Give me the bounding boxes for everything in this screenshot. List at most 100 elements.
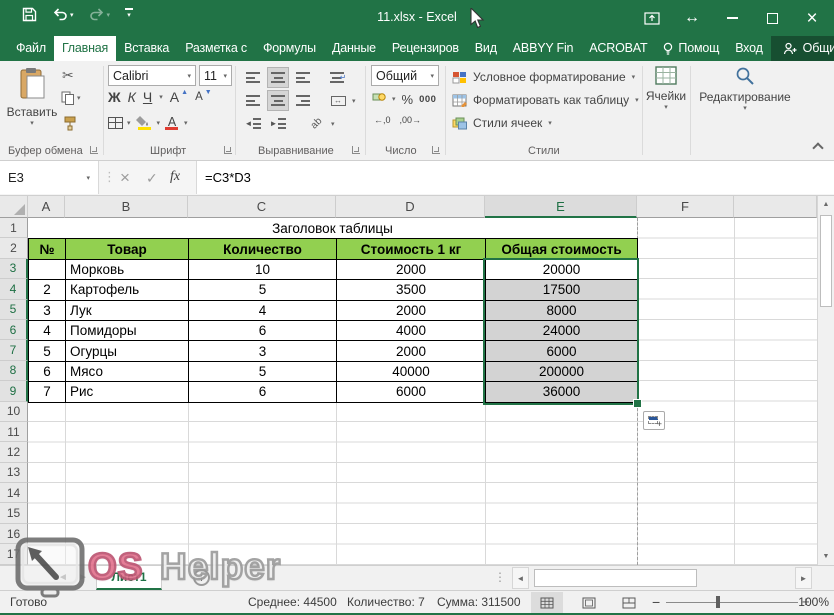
autofill-options-button[interactable]: + — [643, 411, 665, 430]
percent-style-icon[interactable]: % — [402, 92, 414, 107]
cell-e4[interactable]: 17500 — [486, 280, 638, 300]
column-header-d[interactable]: D — [336, 196, 485, 218]
comma-style-icon[interactable]: 000 — [419, 94, 436, 105]
tab-formulas[interactable]: Формулы — [255, 36, 324, 61]
italic-button[interactable]: К — [128, 89, 136, 105]
vertical-scrollbar[interactable]: ▲ ▼ — [817, 196, 834, 565]
cell-c4[interactable]: 5 — [189, 280, 337, 300]
align-left-icon[interactable] — [242, 90, 264, 111]
tab-home[interactable]: Главная — [54, 36, 116, 61]
copy-icon[interactable]: ▾ — [61, 91, 81, 105]
increase-decimal-icon[interactable]: ←,0 — [374, 115, 391, 125]
header-cell[interactable]: Товар — [66, 239, 189, 259]
increase-font-button[interactable]: А — [170, 89, 179, 105]
vertical-scroll-thumb[interactable] — [820, 215, 832, 307]
cell-a5[interactable]: 3 — [29, 301, 66, 321]
fill-color-icon[interactable] — [135, 114, 153, 132]
scroll-down-icon[interactable]: ▼ — [818, 548, 834, 565]
paste-button[interactable]: Вставить ▾ — [6, 65, 58, 141]
tab-view[interactable]: Вид — [467, 36, 505, 61]
name-box[interactable]: E3 ▾ — [0, 161, 99, 194]
row-header[interactable]: 12 — [0, 442, 28, 462]
cell-a7[interactable]: 5 — [29, 341, 66, 361]
zoom-slider-thumb[interactable] — [716, 596, 720, 608]
cell-e5[interactable]: 8000 — [486, 301, 638, 321]
select-all-button[interactable] — [0, 196, 28, 218]
align-bottom-icon[interactable] — [292, 67, 314, 88]
editing-dropdown-icon[interactable]: ▾ — [743, 104, 747, 112]
row-header[interactable]: 1 — [0, 218, 28, 238]
minimize-button[interactable] — [712, 0, 752, 36]
cell-c6[interactable]: 6 — [189, 321, 337, 341]
maximize-button[interactable] — [752, 0, 792, 36]
merged-title-cell[interactable]: Заголовок таблицы — [28, 218, 637, 238]
clipboard-dialog-launcher[interactable] — [90, 146, 98, 154]
cell-styles-button[interactable]: Стили ячеек▾ — [452, 112, 552, 134]
row-header[interactable]: 4 — [0, 279, 28, 299]
align-top-icon[interactable] — [242, 67, 264, 88]
column-header-c[interactable]: C — [188, 196, 336, 218]
tab-insert[interactable]: Вставка — [116, 36, 177, 61]
wrap-text-icon[interactable]: ↵ — [327, 67, 349, 88]
number-dialog-launcher[interactable] — [432, 146, 440, 154]
tab-abbyy[interactable]: ABBYY Fin — [505, 36, 582, 61]
share-button[interactable]: Общий доступ — [771, 36, 834, 61]
confirm-entry-icon[interactable]: ✓ — [146, 170, 158, 187]
page-break-view-button[interactable] — [613, 592, 645, 613]
sheet-cells[interactable]: Заголовок таблицы № Товар Количество Сто… — [28, 218, 817, 565]
font-size-combo[interactable]: 11▾ — [199, 65, 232, 86]
cell-d7[interactable]: 2000 — [337, 341, 486, 361]
cells-dropdown-icon[interactable]: ▾ — [664, 103, 668, 111]
cell-a8[interactable]: 6 — [29, 362, 66, 382]
editing-button[interactable]: Редактирование ▾ — [702, 66, 788, 112]
tab-page-layout[interactable]: Разметка с — [177, 36, 255, 61]
borders-icon[interactable] — [108, 117, 123, 129]
cut-icon[interactable]: ✂ — [62, 67, 74, 84]
row-header[interactable]: 15 — [0, 503, 28, 523]
format-as-table-button[interactable]: Форматировать как таблицу▾ — [452, 89, 639, 111]
formula-input[interactable]: =C3*D3 — [205, 170, 251, 185]
row-header[interactable]: 3 — [0, 259, 28, 279]
underline-dropdown-icon[interactable]: ▾ — [159, 93, 163, 101]
alignment-dialog-launcher[interactable] — [352, 146, 360, 154]
cell-b7[interactable]: Огурцы — [66, 341, 189, 361]
cell-d6[interactable]: 4000 — [337, 321, 486, 341]
cell-a9[interactable]: 7 — [29, 382, 66, 402]
zoom-out-button[interactable]: − — [652, 594, 660, 610]
bold-button[interactable]: Ж — [108, 89, 121, 105]
align-middle-icon[interactable] — [267, 67, 289, 88]
zoom-level[interactable]: 100% — [798, 595, 829, 609]
accounting-format-icon[interactable] — [372, 90, 386, 108]
tab-data[interactable]: Данные — [324, 36, 384, 61]
row-header[interactable]: 8 — [0, 361, 28, 381]
header-cell[interactable]: Общая стоимость — [486, 239, 638, 259]
normal-view-button[interactable] — [531, 592, 563, 613]
prev-sheet-icon[interactable]: ◄ — [58, 572, 68, 583]
cell-a3[interactable] — [29, 260, 66, 280]
cell-c8[interactable]: 5 — [189, 362, 337, 382]
cell-b3[interactable]: Морковь — [66, 260, 189, 280]
orientation-icon[interactable]: ab — [306, 113, 328, 134]
font-name-combo[interactable]: Calibri▾ — [108, 65, 196, 86]
cell-c7[interactable]: 3 — [189, 341, 337, 361]
cell-b5[interactable]: Лук — [66, 301, 189, 321]
tab-file[interactable]: Файл — [8, 36, 54, 61]
sheet-tab-list1[interactable]: Лист1 — [96, 566, 162, 590]
row-header[interactable]: 5 — [0, 300, 28, 320]
column-header-f[interactable]: F — [637, 196, 734, 218]
orientation-dropdown-icon[interactable]: ▾ — [331, 120, 335, 128]
tab-tell-me[interactable]: Помощ — [655, 36, 727, 61]
cell-d3[interactable]: 2000 — [337, 260, 486, 280]
row-header[interactable]: 10 — [0, 402, 28, 422]
column-header-g[interactable] — [734, 196, 817, 218]
row-header[interactable]: 7 — [0, 340, 28, 360]
cell-c3[interactable]: 10 — [189, 260, 337, 280]
cell-b4[interactable]: Картофель — [66, 280, 189, 300]
tab-acrobat[interactable]: ACROBAT — [581, 36, 655, 61]
scroll-up-icon[interactable]: ▲ — [818, 196, 834, 213]
header-cell[interactable]: Стоимость 1 кг — [337, 239, 486, 259]
increase-indent-icon[interactable]: ► — [267, 113, 289, 134]
decrease-decimal-icon[interactable]: ,00→ — [400, 115, 422, 125]
cell-b6[interactable]: Помидоры — [66, 321, 189, 341]
row-header[interactable]: 2 — [0, 238, 28, 258]
